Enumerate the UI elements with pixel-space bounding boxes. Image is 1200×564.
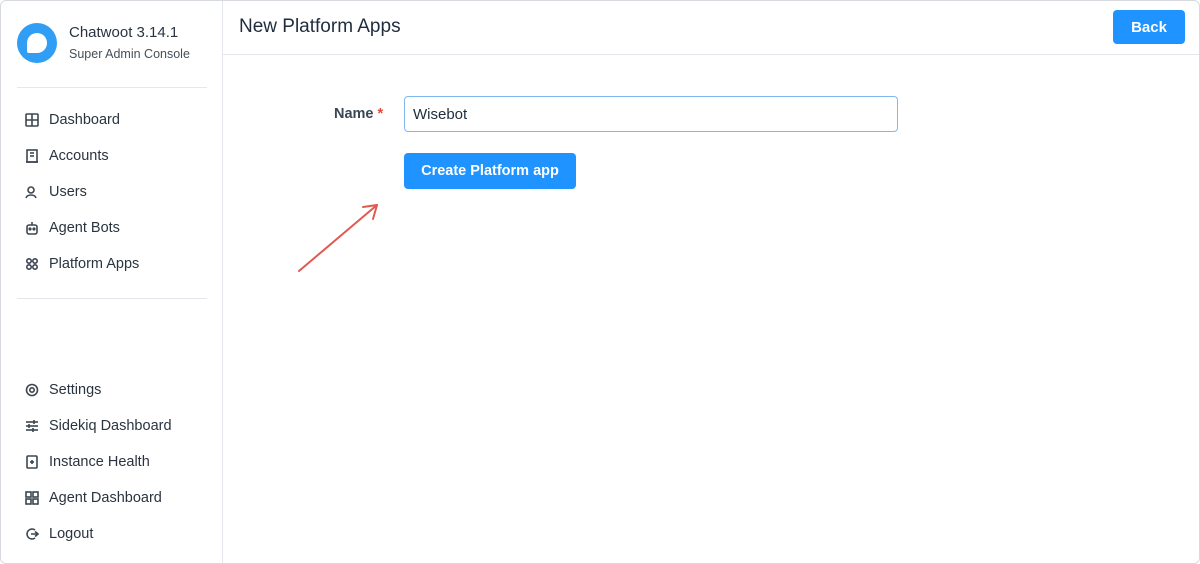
sliders-icon — [25, 419, 39, 433]
sidebar-item-label: Dashboard — [49, 112, 120, 128]
annotation-arrow-icon — [298, 204, 378, 272]
page-title: New Platform Apps — [239, 16, 401, 37]
sidebar-item-label: Settings — [49, 382, 102, 398]
sidebar-item-agent-dashboard[interactable]: Agent Dashboard — [1, 480, 223, 516]
dashboard-icon — [25, 491, 39, 505]
sidebar-item-label: Users — [49, 184, 87, 200]
sidebar-divider — [17, 87, 207, 88]
create-platform-app-button[interactable]: Create Platform app — [404, 153, 576, 189]
sidebar-item-label: Agent Bots — [49, 220, 120, 236]
bot-icon — [25, 221, 39, 235]
brand-text: Chatwoot 3.14.1 Super Admin Console — [69, 23, 190, 63]
sidebar-item-label: Logout — [49, 526, 94, 542]
back-button[interactable]: Back — [1113, 10, 1185, 44]
health-icon — [25, 455, 39, 469]
gear-icon — [25, 383, 39, 397]
sidebar-item-agent-bots[interactable]: Agent Bots — [1, 210, 223, 246]
sidebar-item-label: Agent Dashboard — [49, 490, 162, 506]
sidebar-divider — [17, 298, 207, 299]
required-marker: * — [377, 106, 384, 122]
sidebar-item-users[interactable]: Users — [1, 174, 223, 210]
user-icon — [25, 185, 39, 199]
name-label-text: Name — [334, 106, 374, 122]
sidebar-item-label: Sidekiq Dashboard — [49, 418, 172, 434]
sidebar-item-dashboard[interactable]: Dashboard — [1, 102, 223, 138]
grid-icon — [25, 113, 39, 127]
brand-title: Chatwoot 3.14.1 — [69, 24, 179, 41]
sidebar-item-label: Instance Health — [49, 454, 150, 470]
apps-icon — [25, 257, 39, 271]
sidebar-item-label: Platform Apps — [49, 256, 140, 272]
brand: Chatwoot 3.14.1 Super Admin Console — [17, 23, 190, 63]
name-label: Name * — [334, 106, 383, 122]
chatwoot-logo-icon — [17, 23, 57, 63]
sidebar-item-settings[interactable]: Settings — [1, 372, 223, 408]
sidebar: Chatwoot 3.14.1 Super Admin Console Dash… — [1, 1, 223, 563]
name-input[interactable] — [404, 96, 898, 132]
secondary-nav: Settings Sidekiq Dashboard Instance Heal… — [1, 372, 223, 552]
app-window: Chatwoot 3.14.1 Super Admin Console Dash… — [0, 0, 1200, 564]
primary-nav: Dashboard Accounts Users Agent Bots Plat… — [1, 102, 223, 282]
sidebar-item-label: Accounts — [49, 148, 109, 164]
brand-subtitle: Super Admin Console — [69, 47, 190, 61]
logout-icon — [25, 527, 39, 541]
page-header: New Platform Apps Back — [223, 1, 1199, 55]
sidebar-item-instance-health[interactable]: Instance Health — [1, 444, 223, 480]
sidebar-item-platform-apps[interactable]: Platform Apps — [1, 246, 223, 282]
sidebar-item-sidekiq-dashboard[interactable]: Sidekiq Dashboard — [1, 408, 223, 444]
sidebar-item-logout[interactable]: Logout — [1, 516, 223, 552]
sidebar-item-accounts[interactable]: Accounts — [1, 138, 223, 174]
building-icon — [25, 149, 39, 163]
